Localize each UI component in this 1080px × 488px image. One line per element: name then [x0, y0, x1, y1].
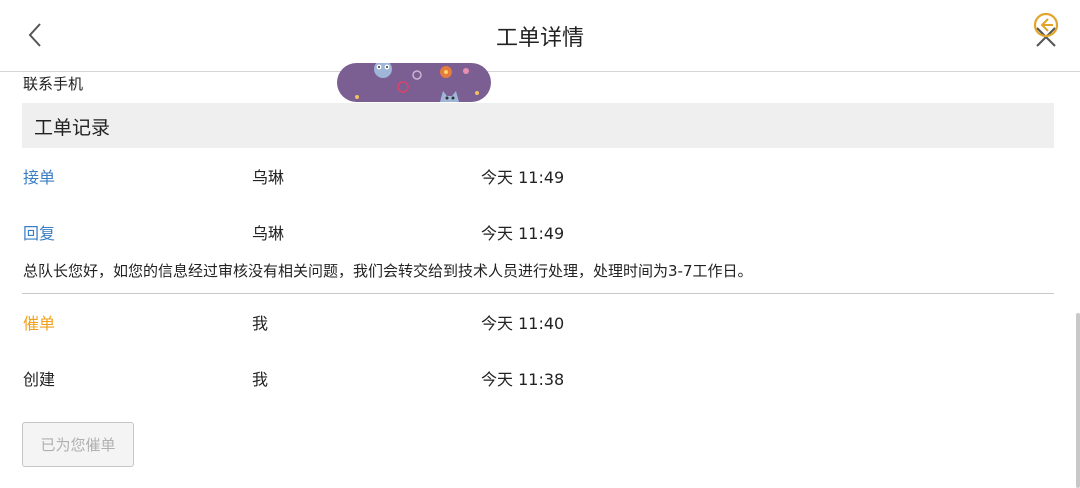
scrollbar[interactable] — [1076, 313, 1080, 488]
record-action: 创建 — [23, 370, 56, 389]
close-button[interactable] — [1024, 12, 1064, 52]
urged-button[interactable]: 已为您催单 — [22, 422, 134, 467]
decorative-sticker-image — [337, 63, 491, 102]
record-time: 今天 11:40 — [481, 314, 565, 333]
record-row-reply: 回复 乌琳 今天 11:49 — [23, 220, 1053, 244]
work-order-record-header: 工单记录 — [22, 103, 1054, 148]
record-action: 催单 — [23, 314, 56, 333]
sticker-pattern — [355, 63, 479, 102]
record-action: 回复 — [23, 224, 56, 243]
close-icon — [1033, 12, 1059, 47]
record-person: 乌琳 — [252, 168, 285, 187]
page-title: 工单详情 — [495, 26, 584, 51]
record-row-urge: 催单 我 今天 11:40 — [23, 310, 1053, 334]
record-time: 今天 11:38 — [481, 370, 565, 389]
record-person: 我 — [252, 370, 269, 389]
record-time: 今天 11:49 — [481, 168, 565, 187]
record-row-accept: 接单 乌琳 今天 11:49 — [23, 164, 1053, 188]
record-time: 今天 11:49 — [481, 224, 565, 243]
section-title: 工单记录 — [34, 117, 111, 139]
reply-message: 总队长您好，如您的信息经过审核没有相关问题，我们会转交给到技术人员进行处理，处理… — [23, 262, 753, 280]
record-person: 乌琳 — [252, 224, 285, 243]
record-row-create: 创建 我 今天 11:38 — [23, 366, 1053, 390]
header-bar: 工单详情 — [0, 0, 1080, 72]
record-action: 接单 — [23, 168, 56, 187]
contact-phone-label: 联系手机 — [23, 75, 84, 93]
record-person: 我 — [252, 314, 269, 333]
divider — [22, 293, 1054, 294]
